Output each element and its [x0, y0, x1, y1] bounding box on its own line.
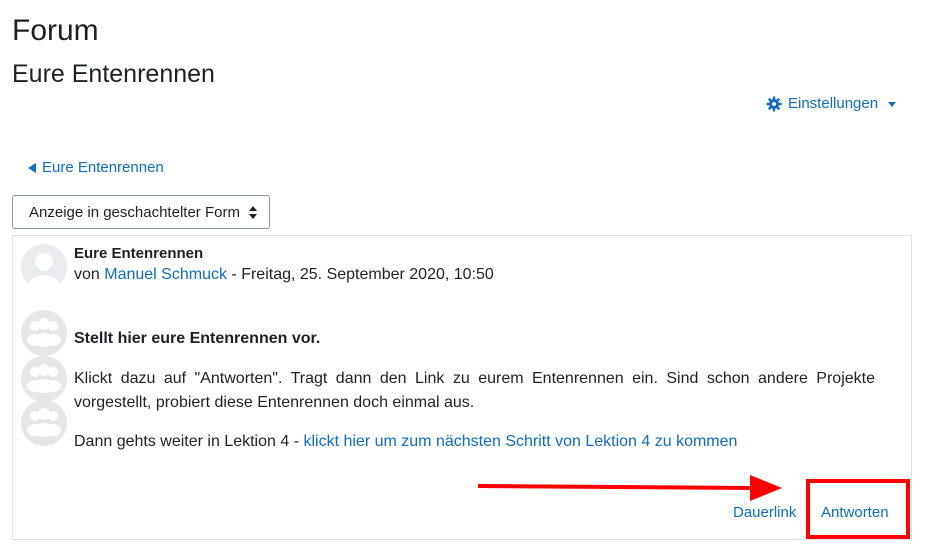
back-link-label: Eure Entenrennen: [42, 159, 164, 176]
page-title: Forum: [12, 14, 99, 47]
settings-label: Einstellungen: [788, 95, 879, 112]
permalink-link[interactable]: Dauerlink: [733, 504, 796, 521]
post-title: Eure Entenrennen: [74, 245, 204, 262]
annotation-highlight-box: [806, 479, 910, 539]
post-byline: von Manuel Schmuck - Freitag, 25. Septem…: [74, 266, 494, 284]
next-step-link[interactable]: klickt hier um zum nächsten Schritt von …: [303, 433, 737, 450]
byline-prefix: von: [74, 266, 100, 283]
settings-menu[interactable]: Einstellungen: [766, 95, 897, 112]
group-icon: [21, 400, 67, 446]
display-mode-value: Anzeige in geschachtelter Form: [29, 203, 240, 221]
group-icon: [21, 310, 67, 356]
sort-arrows-icon: [249, 206, 257, 219]
annotation-arrow: [478, 475, 782, 501]
group-icon: [21, 356, 67, 402]
triangle-left-icon: [28, 162, 36, 173]
next-prefix: Dann gehts weiter in Lektion 4 -: [74, 433, 304, 450]
post-body-heading: Stellt hier eure Entenrennen vor.: [74, 330, 321, 347]
caret-down-icon: [888, 102, 897, 107]
post-body-paragraph: Klickt dazu auf "Antworten". Tragt dann …: [74, 370, 875, 411]
display-mode-select[interactable]: Anzeige in geschachtelter Form: [12, 195, 270, 229]
page-subtitle: Eure Entenrennen: [12, 60, 215, 88]
post-body-next: Dann gehts weiter in Lektion 4 - klickt …: [74, 433, 737, 451]
back-link[interactable]: Eure Entenrennen: [28, 159, 164, 176]
gear-icon: [766, 96, 782, 111]
author-link[interactable]: Manuel Schmuck: [104, 266, 227, 283]
post-date: - Freitag, 25. September 2020, 10:50: [231, 266, 494, 283]
user-avatar-icon[interactable]: [21, 244, 67, 290]
